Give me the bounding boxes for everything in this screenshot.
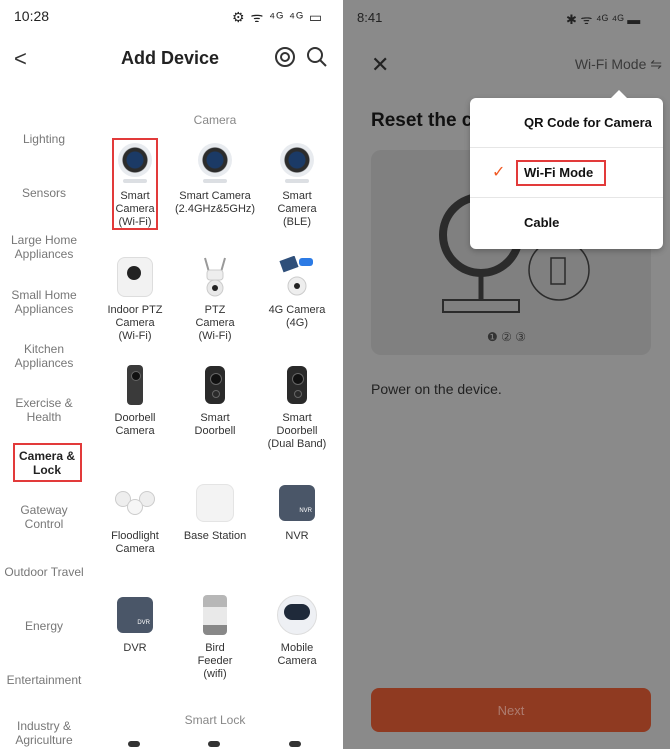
category-exercise-health[interactable]: Exercise & Health xyxy=(12,396,76,424)
bird-feeder-icon xyxy=(194,594,236,636)
lock-icon xyxy=(208,741,220,747)
nvr-icon: NVR xyxy=(276,482,318,524)
page-title: Reset the c xyxy=(371,110,473,131)
section-smart-lock: Smart Lock xyxy=(184,713,246,727)
mode-dropdown-menu: QR Code for Camera ✓ Wi-Fi Mode Cable xyxy=(470,90,663,249)
device-label: Indoor PTZ Camera (Wi-Fi) xyxy=(107,304,163,342)
menu-item-label: Cable xyxy=(524,215,560,230)
category-sensors[interactable]: Sensors xyxy=(0,186,88,200)
menu-item-cable[interactable]: Cable xyxy=(470,198,663,248)
base-station-icon xyxy=(194,482,236,524)
status-time: 8:41 xyxy=(357,10,383,25)
device-mobile-camera[interactable]: Mobile Camera xyxy=(257,594,337,668)
device-label: Smart Camera (BLE) xyxy=(277,190,317,228)
device-label: PTZ Camera (Wi-Fi) xyxy=(195,304,235,342)
doorbell-icon xyxy=(276,364,318,406)
device-label: Mobile Camera xyxy=(277,642,317,667)
camera-icon xyxy=(114,142,156,184)
category-energy[interactable]: Energy xyxy=(0,619,88,633)
category-camera-lock[interactable]: Camera & Lock xyxy=(16,449,78,477)
device-base-station[interactable]: Base Station xyxy=(175,482,255,543)
menu-item-qr-code[interactable]: QR Code for Camera xyxy=(470,98,663,148)
doorbell-icon xyxy=(194,364,236,406)
device-label: Bird Feeder (wifi) xyxy=(197,642,233,680)
search-icon[interactable] xyxy=(306,46,328,74)
robot-camera-icon xyxy=(276,594,318,636)
category-kitchen-appliances[interactable]: Kitchen Appliances xyxy=(12,342,76,370)
status-icons: ⚙ ᯤ ⁴ᴳ ⁴ᴳ ▭ xyxy=(232,9,324,25)
category-small-home-appliances[interactable]: Small Home Appliances xyxy=(4,288,84,316)
device-ptz-camera[interactable]: PTZ Camera (Wi-Fi) xyxy=(175,256,255,343)
camera-icon xyxy=(194,142,236,184)
category-lighting[interactable]: Lighting xyxy=(0,132,88,146)
device-label: Smart Doorbell (Dual Band) xyxy=(267,412,327,450)
category-outdoor-travel[interactable]: Outdoor Travel xyxy=(0,565,88,579)
checkmark-icon: ✓ xyxy=(492,164,506,181)
device-label: Floodlight Camera xyxy=(111,530,159,555)
status-icons: ✱ ᯤ ⁴ᴳ ⁴ᴳ ▬ xyxy=(566,12,641,27)
close-button[interactable]: ✕ xyxy=(371,52,389,78)
category-industry-agriculture[interactable]: Industry & Agriculture xyxy=(10,719,78,747)
section-camera: Camera xyxy=(193,113,237,127)
device-doorbell-camera[interactable]: Doorbell Camera xyxy=(95,364,175,438)
camera-icon xyxy=(276,142,318,184)
menu-item-label: Wi-Fi Mode xyxy=(524,165,594,180)
carousel-dots[interactable]: ❶ ② ③ xyxy=(343,330,670,344)
device-label: Base Station xyxy=(183,530,247,542)
device-bird-feeder[interactable]: Bird Feeder (wifi) xyxy=(175,594,255,681)
device-smart-camera-wifi[interactable]: Smart Camera (Wi-Fi) xyxy=(95,142,175,229)
menu-item-label: QR Code for Camera xyxy=(524,115,652,130)
add-device-screen: 10:28 ⚙ ᯤ ⁴ᴳ ⁴ᴳ ▭ < Add Device Lighting … xyxy=(0,0,340,749)
ptz-camera-icon xyxy=(114,256,156,298)
scan-icon[interactable] xyxy=(274,46,296,74)
doorbell-icon xyxy=(114,364,156,406)
category-gateway-control[interactable]: Gateway Control xyxy=(16,503,72,531)
device-label: DVR xyxy=(123,642,147,654)
instruction-text: Power on the device. xyxy=(371,381,502,397)
ptz-camera-icon xyxy=(194,256,236,298)
4g-camera-icon xyxy=(276,256,318,298)
device-4g-camera[interactable]: 4G Camera (4G) xyxy=(257,256,337,330)
device-nvr[interactable]: NVR NVR xyxy=(257,482,337,543)
device-indoor-ptz-camera[interactable]: Indoor PTZ Camera (Wi-Fi) xyxy=(95,256,175,343)
menu-item-wifi-mode[interactable]: ✓ Wi-Fi Mode xyxy=(470,148,663,198)
lock-icon xyxy=(289,741,301,747)
category-large-home-appliances[interactable]: Large Home Appliances xyxy=(4,233,84,261)
dvr-icon: DVR xyxy=(114,594,156,636)
floodlight-icon xyxy=(114,482,156,524)
device-smart-camera-ble[interactable]: Smart Camera (BLE) xyxy=(257,142,337,229)
device-label: Smart Camera (Wi-Fi) xyxy=(115,190,155,228)
category-entertainment[interactable]: Entertainment xyxy=(0,673,88,687)
device-label: Smart Doorbell xyxy=(194,412,236,437)
device-label: 4G Camera (4G) xyxy=(268,304,326,329)
device-smart-doorbell[interactable]: Smart Doorbell xyxy=(175,364,255,438)
lock-icon xyxy=(128,741,140,747)
device-label: Doorbell Camera xyxy=(114,412,156,437)
next-button[interactable]: Next xyxy=(371,688,651,732)
device-dvr[interactable]: DVR DVR xyxy=(95,594,175,655)
device-smart-camera-dual-band[interactable]: Smart Camera (2.4GHz&5GHz) xyxy=(175,142,255,216)
device-smart-doorbell-dual-band[interactable]: Smart Doorbell (Dual Band) xyxy=(257,364,337,451)
mode-selector[interactable]: Wi-Fi Mode ⇋ xyxy=(575,56,662,73)
device-floodlight-camera[interactable]: Floodlight Camera xyxy=(95,482,175,556)
device-label: Smart Camera (2.4GHz&5GHz) xyxy=(175,190,256,215)
status-time: 10:28 xyxy=(14,8,50,24)
device-label: NVR xyxy=(285,530,309,542)
reset-device-screen: 8:41 ✱ ᯤ ⁴ᴳ ⁴ᴳ ▬ ✕ Wi-Fi Mode ⇋ Reset th… xyxy=(343,0,670,749)
